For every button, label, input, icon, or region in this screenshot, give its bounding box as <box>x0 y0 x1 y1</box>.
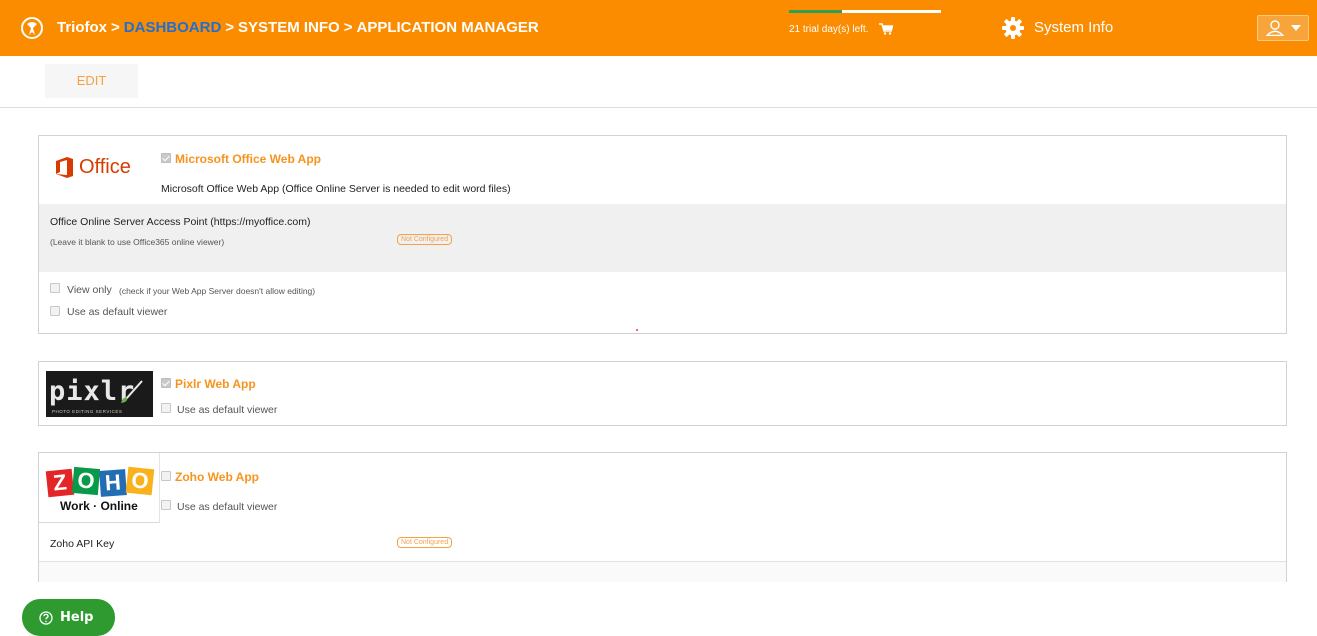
stray-dot <box>636 329 638 331</box>
office-default-viewer-label: Use as default viewer <box>67 306 168 318</box>
breadcrumb: Triofox > DASHBOARD > SYSTEM INFO > APPLICATIO… <box>57 19 539 36</box>
brand-name[interactable]: Triofox <box>57 19 107 36</box>
breadcrumb-system-info[interactable]: SYSTEM INFO <box>238 19 340 36</box>
access-point-label: Office Online Server Access Point (https… <box>50 216 311 228</box>
trial-progress-fill <box>789 10 843 13</box>
zoho-default-viewer-label: Use as default viewer <box>177 501 278 513</box>
zoho-api-key-label: Zoho API Key <box>50 538 115 550</box>
toolbar-divider <box>0 107 1317 108</box>
office-logo-icon <box>56 157 73 178</box>
breadcrumb-separator: > <box>225 19 235 36</box>
pixlr-logo-subtitle: PHOTO EDITING SERVICES <box>52 409 123 414</box>
view-only-checkbox[interactable] <box>50 283 60 293</box>
triofox-logo-icon[interactable] <box>20 16 44 40</box>
office-default-viewer-checkbox[interactable] <box>50 306 60 316</box>
zoho-app-title: Zoho Web App <box>175 470 259 484</box>
breadcrumb-application-manager: APPLICATION MANAGER <box>356 19 539 36</box>
pixlr-app-card: pixlr PHOTO EDITING SERVICES Pixlr Web A… <box>38 361 1287 426</box>
access-point-hint: (Leave it blank to use Office365 online … <box>50 237 225 247</box>
zoho-logo: Z O H O Work · Online <box>39 453 160 523</box>
zoho-app-card: Z O H O Work · Online Zoho Web App Use a… <box>38 452 1287 582</box>
view-only-hint: (check if your Web App Server doesn't al… <box>119 286 316 296</box>
help-circle-icon <box>39 611 53 625</box>
zoho-logo-tile-o: O <box>71 466 101 496</box>
zoho-enable-checkbox[interactable] <box>161 471 171 481</box>
zoho-logo-subtitle: Work · Online <box>60 499 138 513</box>
zoho-logo-tile-z: Z <box>45 468 75 498</box>
pixlr-default-viewer-checkbox[interactable] <box>161 403 171 413</box>
help-button[interactable]: Help <box>22 599 115 636</box>
brush-icon <box>121 380 143 403</box>
zoho-status-badge[interactable]: Not Configured <box>397 537 453 548</box>
office-app-card: Office Microsoft Office Web App Microsof… <box>38 135 1287 334</box>
gear-icon[interactable] <box>1002 17 1024 39</box>
system-info-label[interactable]: System Info <box>1034 19 1113 36</box>
cart-icon[interactable] <box>879 23 893 35</box>
office-logo-text: Office <box>79 156 131 178</box>
view-only-label: View only <box>67 284 112 296</box>
pixlr-enable-checkbox[interactable] <box>161 378 171 388</box>
zoho-logo-tile-h: H <box>99 469 127 497</box>
pixlr-default-viewer-label: Use as default viewer <box>177 404 278 416</box>
chevron-down-icon <box>1291 25 1301 31</box>
user-menu-button[interactable] <box>1257 15 1309 41</box>
office-enable-checkbox[interactable] <box>161 153 171 163</box>
office-app-description: Microsoft Office Web App (Office Online … <box>161 183 511 195</box>
breadcrumb-dashboard-link[interactable]: DASHBOARD <box>124 19 222 36</box>
help-label: Help <box>60 610 94 625</box>
pixlr-logo: pixlr PHOTO EDITING SERVICES <box>46 371 153 417</box>
office-status-badge[interactable]: Not Configured <box>397 234 453 245</box>
trial-progress-bar <box>789 10 941 13</box>
breadcrumb-separator: > <box>343 19 353 36</box>
zoho-footer-band <box>39 561 1286 582</box>
zoho-logo-tile-o2: O <box>125 466 155 496</box>
office-access-point-section: Office Online Server Access Point (https… <box>39 204 1286 272</box>
zoho-default-viewer-checkbox[interactable] <box>161 500 171 510</box>
pixlr-app-title: Pixlr Web App <box>175 377 256 391</box>
breadcrumb-separator: > <box>111 19 120 36</box>
trial-days-text[interactable]: 21 trial day(s) left. <box>789 24 868 35</box>
top-bar: Triofox > DASHBOARD > SYSTEM INFO > APPLICATIO… <box>0 0 1317 56</box>
user-icon <box>1266 20 1284 36</box>
office-app-title: Microsoft Office Web App <box>175 152 322 166</box>
edit-button[interactable]: EDIT <box>45 64 138 98</box>
